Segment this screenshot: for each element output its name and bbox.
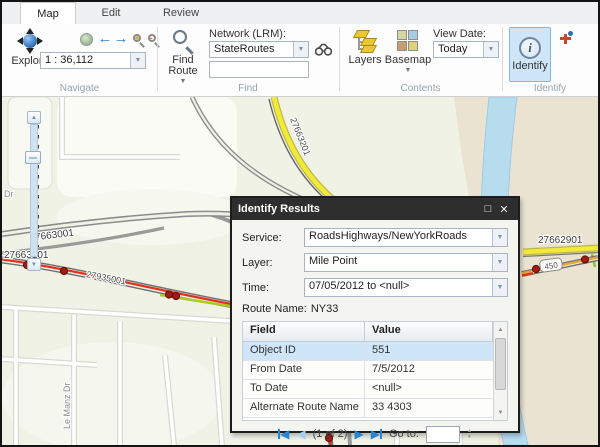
first-page-button[interactable]: ◀ bbox=[278, 428, 289, 440]
forward-arrow-icon: → bbox=[114, 32, 129, 46]
dialog-titlebar[interactable]: Identify Results □ ✕ bbox=[232, 198, 518, 220]
slider-handle[interactable] bbox=[25, 151, 41, 164]
previous-page-button[interactable]: ◀ bbox=[296, 428, 305, 440]
map-viewport[interactable]: 450 27663001 27663101 27935001 27662901 … bbox=[2, 97, 598, 445]
find-route-icon bbox=[171, 29, 195, 53]
view-date-combobox[interactable]: Today ▼ bbox=[433, 41, 499, 58]
network-lrm-label: Network (LRM): bbox=[209, 28, 286, 40]
layers-icon bbox=[353, 29, 377, 53]
service-combobox[interactable]: RoadsHighways/NewYorkRoads ▼ bbox=[304, 228, 508, 247]
route-label-east: 27662901 bbox=[538, 235, 583, 246]
goto-input[interactable] bbox=[426, 426, 460, 443]
goto-spinner[interactable]: ▲▼ bbox=[467, 428, 472, 440]
tab-edit[interactable]: Edit bbox=[76, 2, 146, 24]
identify-results-dialog: Identify Results □ ✕ Service: RoadsHighw… bbox=[230, 196, 520, 433]
service-label: Service: bbox=[242, 232, 304, 244]
route-name-label: Route Name: bbox=[242, 303, 307, 315]
info-dot-icon bbox=[568, 31, 573, 36]
dialog-title: Identify Results bbox=[238, 203, 480, 215]
network-combobox[interactable]: StateRoutes ▼ bbox=[209, 41, 309, 58]
group-label-find: Find bbox=[157, 83, 339, 94]
find-route-button[interactable]: FindRoute ▼ bbox=[163, 29, 203, 85]
identify-button[interactable]: i Identify bbox=[509, 27, 551, 82]
goto-label: Go to: bbox=[389, 428, 419, 440]
table-header-row: Field Value bbox=[243, 322, 493, 342]
chevron-down-icon[interactable]: ▼ bbox=[492, 279, 507, 296]
tab-map[interactable]: Map bbox=[20, 2, 76, 24]
explore-icon bbox=[17, 28, 43, 54]
chevron-down-icon[interactable]: ▼ bbox=[130, 53, 145, 68]
attributes-table: Field Value Object ID 551 From Date 7/5/… bbox=[242, 321, 508, 421]
slider-track[interactable] bbox=[30, 124, 38, 257]
scroll-up-icon[interactable]: ▲ bbox=[494, 323, 507, 336]
zoom-in-button[interactable]: + bbox=[130, 31, 146, 47]
chevron-down-icon[interactable]: ▼ bbox=[483, 42, 498, 57]
binoculars-icon[interactable] bbox=[315, 43, 332, 56]
table-row[interactable]: Alternate Route Name 33 4303 bbox=[243, 399, 493, 418]
layers-button[interactable]: Layers bbox=[347, 29, 383, 66]
group-label-navigate: Navigate bbox=[2, 83, 157, 94]
street-label-dr: Dr bbox=[4, 189, 14, 199]
scale-combobox[interactable]: 1 : 36,112 ▼ bbox=[40, 52, 146, 69]
slider-zoom-out-button[interactable]: ▼ bbox=[27, 258, 41, 271]
scroll-down-icon[interactable]: ▼ bbox=[494, 406, 507, 419]
app-window: Map Edit Review Explore ← → + - 1 : 36,1… bbox=[0, 0, 600, 447]
pagination: ◀ ◀ (1 of 2) ▶ ▶ Go to: ▲▼ bbox=[242, 421, 508, 445]
identify-icon: i bbox=[519, 37, 541, 59]
ribbon: Map Edit Review Explore ← → + - 1 : 36,1… bbox=[2, 2, 598, 97]
basemap-button[interactable]: Basemap ▼ bbox=[387, 29, 429, 74]
basemap-icon bbox=[396, 29, 420, 53]
chevron-down-icon[interactable]: ▼ bbox=[492, 229, 507, 246]
last-page-button[interactable]: ▶ bbox=[371, 428, 382, 440]
chevron-down-icon[interactable]: ▼ bbox=[492, 254, 507, 271]
close-icon[interactable]: ✕ bbox=[496, 202, 512, 216]
table-row[interactable]: From Date 7/5/2012 bbox=[243, 361, 493, 380]
full-extent-button[interactable] bbox=[78, 31, 94, 47]
slider-zoom-in-button[interactable]: ▲ bbox=[27, 111, 41, 124]
page-indicator: (1 of 2) bbox=[313, 428, 348, 440]
time-label: Time: bbox=[242, 282, 304, 294]
table-scrollbar[interactable]: ▲ ▼ bbox=[493, 322, 507, 420]
chevron-down-icon: ▼ bbox=[405, 68, 412, 74]
scrollbar-thumb[interactable] bbox=[495, 338, 506, 390]
route-shield: 450 bbox=[539, 258, 562, 273]
zoom-in-icon: + bbox=[133, 34, 144, 45]
route-name-value: NY33 bbox=[311, 303, 339, 315]
table-row[interactable]: Object ID 551 bbox=[243, 342, 493, 361]
time-combobox[interactable]: 07/05/2012 to <null> ▼ bbox=[304, 278, 508, 297]
next-page-button[interactable]: ▶ bbox=[354, 428, 363, 440]
map-zoom-slider: ▲ ▼ bbox=[24, 111, 44, 273]
identify-route-location-button[interactable] bbox=[559, 31, 573, 45]
zoom-out-button[interactable]: - bbox=[145, 31, 161, 47]
group-label-identify: Identify bbox=[502, 83, 598, 94]
tab-review[interactable]: Review bbox=[146, 2, 216, 24]
group-label-contents: Contents bbox=[339, 83, 502, 94]
route-input[interactable] bbox=[209, 61, 309, 78]
ribbon-tabs: Map Edit Review bbox=[2, 2, 598, 24]
street-label-lemanz: Le Manz Dr bbox=[62, 382, 72, 429]
previous-extent-button[interactable]: ← bbox=[97, 31, 113, 47]
layer-combobox[interactable]: Mile Point ▼ bbox=[304, 253, 508, 272]
table-row[interactable]: To Date <null> bbox=[243, 380, 493, 399]
next-extent-button[interactable]: → bbox=[113, 31, 129, 47]
view-date-label: View Date: bbox=[433, 28, 486, 40]
back-arrow-icon: ← bbox=[98, 32, 113, 46]
maximize-icon[interactable]: □ bbox=[480, 202, 496, 216]
svg-text:450: 450 bbox=[544, 261, 559, 272]
globe-icon bbox=[80, 33, 93, 46]
chevron-down-icon[interactable]: ▼ bbox=[293, 42, 308, 57]
layer-label: Layer: bbox=[242, 257, 304, 269]
